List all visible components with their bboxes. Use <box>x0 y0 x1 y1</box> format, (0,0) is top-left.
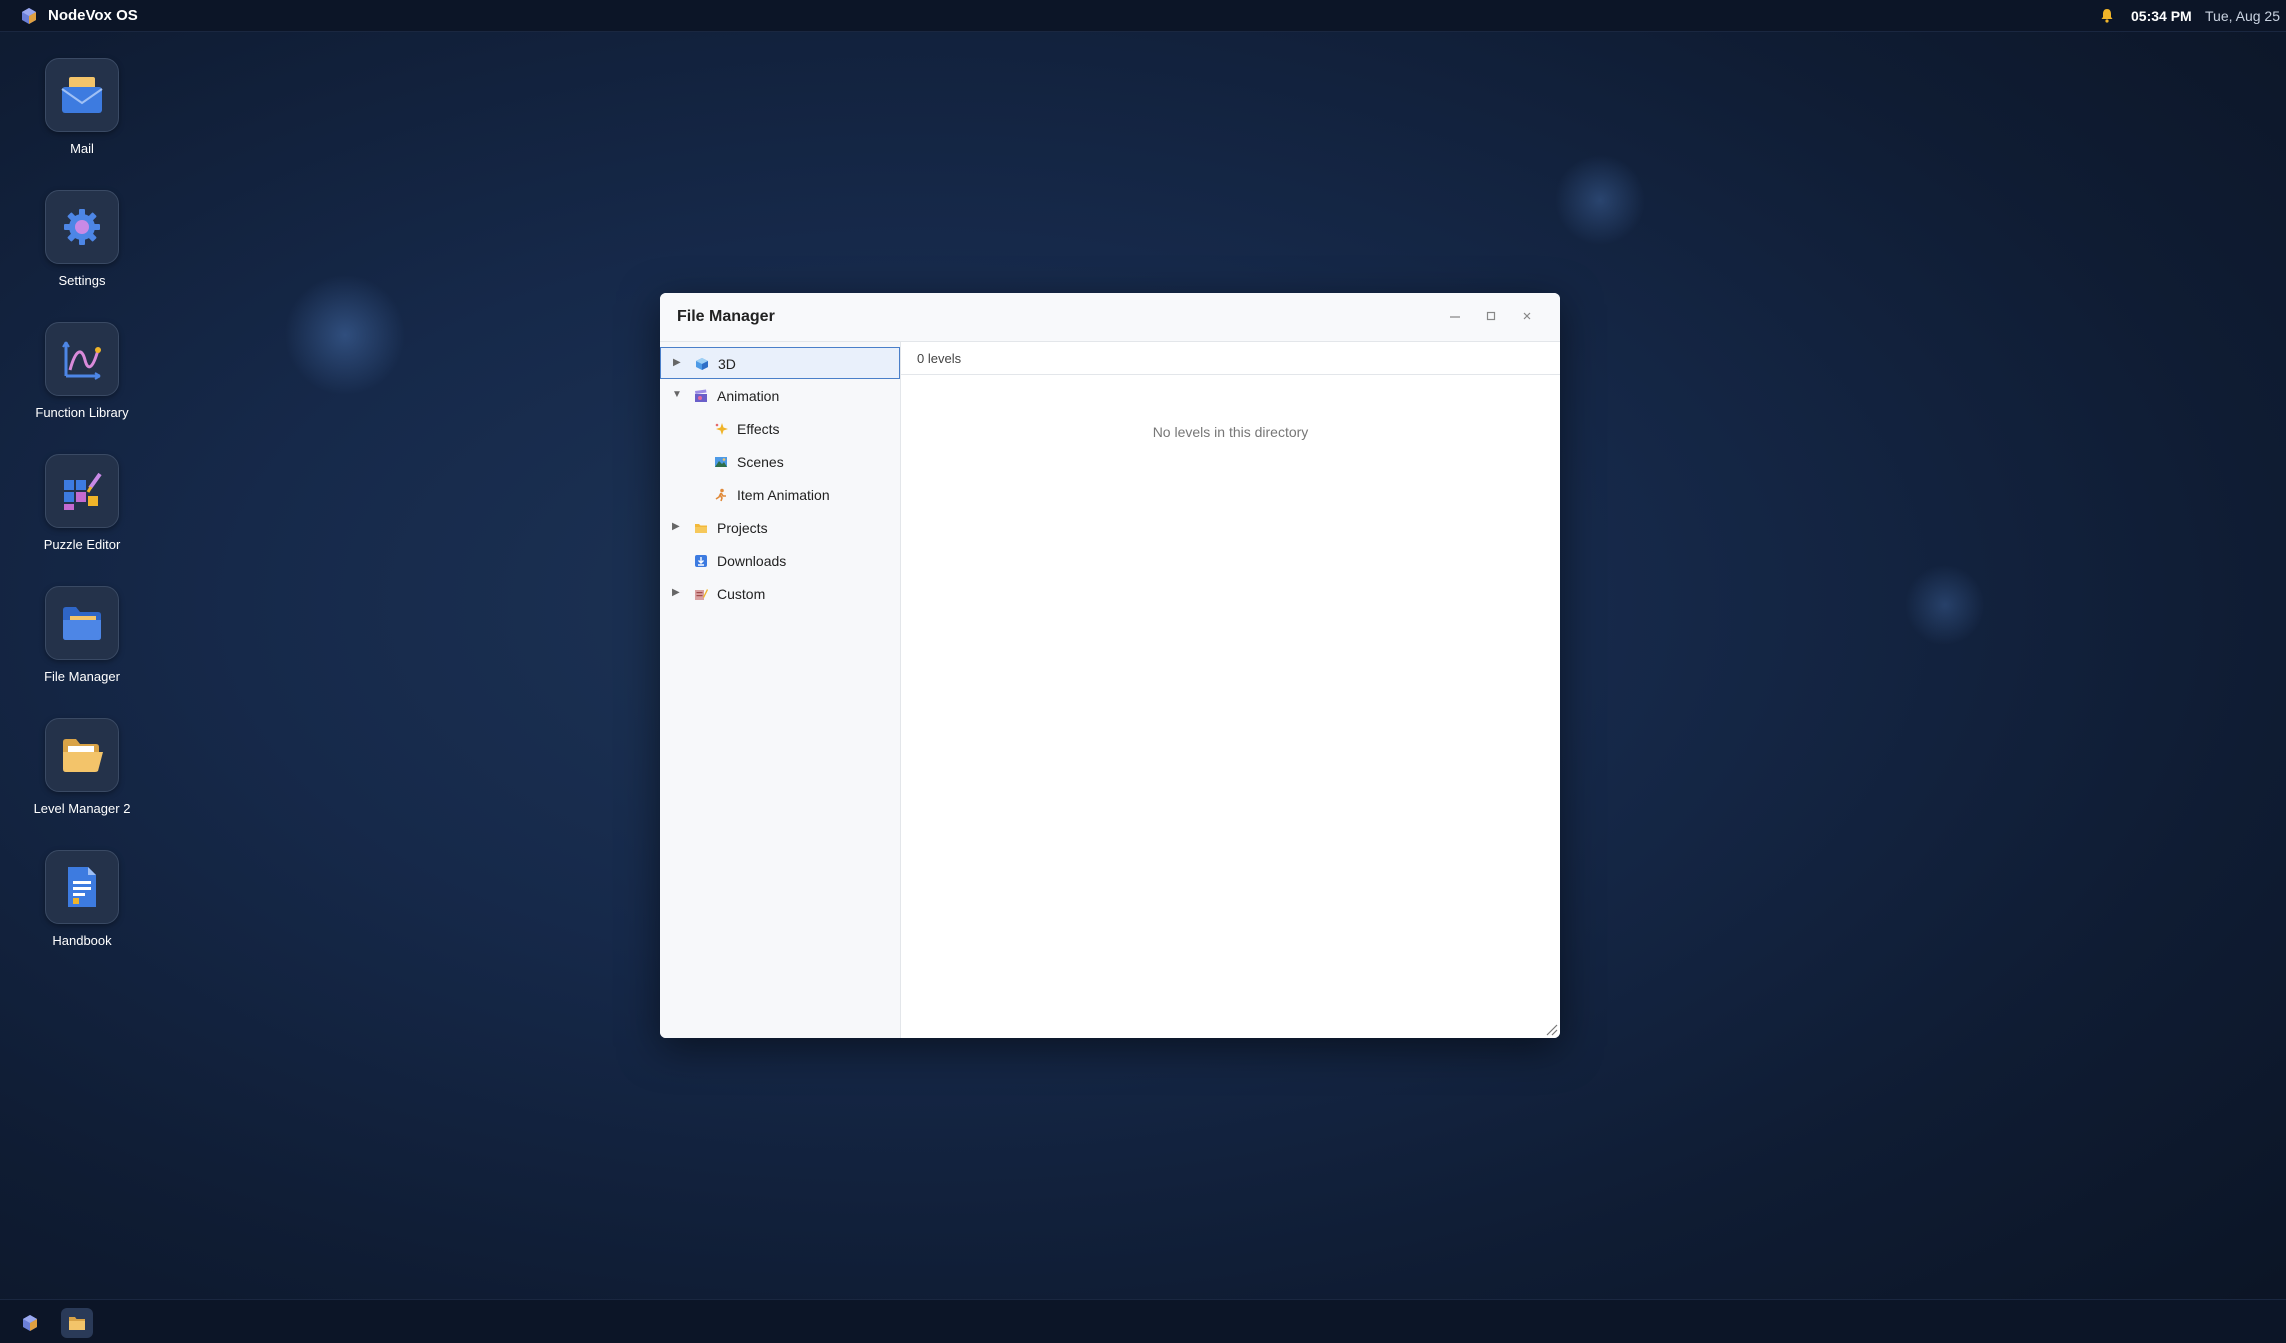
desktop-icon-label: Function Library <box>35 405 129 420</box>
levels-count: 0 levels <box>917 351 962 366</box>
desktop-icon-handbook[interactable]: Handbook <box>24 850 140 948</box>
mail-icon <box>45 58 119 132</box>
bell-icon[interactable] <box>2100 8 2114 23</box>
file-manager-icon <box>69 1317 85 1330</box>
expand-arrow-icon[interactable]: ▶ <box>672 521 680 532</box>
minimize-icon <box>1450 316 1460 318</box>
file-manager-window: File Manager ▶ 3D ▼ Animation Effects Sc… <box>660 293 1560 1038</box>
date: Tue, Aug 25 <box>2205 8 2280 24</box>
window-titlebar[interactable]: File Manager <box>660 293 1560 342</box>
folder-tree: ▶ 3D ▼ Animation Effects Scenes Item Ani… <box>660 342 901 1038</box>
folder-open-icon <box>45 718 119 792</box>
os-name: NodeVox OS <box>48 7 138 24</box>
desktop-icon-label: Mail <box>70 141 94 156</box>
desktop-icon-level-manager-2[interactable]: Level Manager 2 <box>24 718 140 816</box>
resize-grip-icon[interactable] <box>1544 1022 1558 1036</box>
close-button[interactable] <box>1517 307 1537 327</box>
top-bar: NodeVox OS 05:34 PM Tue, Aug 25 <box>0 0 2286 32</box>
clock[interactable]: 05:34 PM <box>2131 8 2192 24</box>
tree-item-label: Custom <box>717 586 766 602</box>
tree-item-label: Item Animation <box>737 487 830 503</box>
folder-blue-icon <box>45 586 119 660</box>
taskbar <box>0 1299 2286 1343</box>
nodevox-logo-icon[interactable] <box>20 7 38 25</box>
tree-item-item-animation[interactable]: Item Animation <box>660 479 900 511</box>
desktop-icon-label: Level Manager 2 <box>33 801 131 816</box>
tree-item-animation[interactable]: ▼ Animation <box>660 380 900 412</box>
empty-state-message: No levels in this directory <box>1152 424 1309 440</box>
levels-pane: 0 levels No levels in this directory <box>901 342 1560 1038</box>
collapse-arrow-icon[interactable]: ▼ <box>672 389 682 400</box>
tree-item-label: Projects <box>717 520 768 536</box>
tree-item-effects[interactable]: Effects <box>660 413 900 445</box>
download-icon <box>695 555 707 567</box>
maximize-button[interactable] <box>1481 307 1501 327</box>
desktop-icon-label: Handbook <box>52 933 112 948</box>
tree-item-custom[interactable]: ▶ Custom <box>660 578 900 610</box>
document-icon <box>45 850 119 924</box>
clapperboard-icon <box>695 389 707 402</box>
folder-icon <box>695 524 707 533</box>
tree-item-label: 3D <box>718 356 736 372</box>
tree-item-label: Scenes <box>737 454 784 470</box>
tree-item-downloads[interactable]: Downloads <box>660 545 900 577</box>
sparkle-icon <box>715 423 728 435</box>
tree-item-projects[interactable]: ▶ Projects <box>660 512 900 544</box>
window-title: File Manager <box>677 308 775 325</box>
tree-item-label: Effects <box>737 421 780 437</box>
expand-arrow-icon[interactable]: ▶ <box>672 587 680 598</box>
tree-item-scenes[interactable]: Scenes <box>660 446 900 478</box>
minimize-button[interactable] <box>1445 307 1465 327</box>
running-figure-icon <box>715 488 726 502</box>
custom-icon <box>695 589 708 600</box>
desktop-icon-puzzle-editor[interactable]: Puzzle Editor <box>24 454 140 552</box>
function-graph-icon <box>45 322 119 396</box>
nodevox-logo-icon <box>23 1315 37 1331</box>
maximize-icon <box>1486 311 1496 321</box>
tree-item-label: Animation <box>717 388 780 404</box>
taskbar-start-button[interactable] <box>14 1308 46 1338</box>
desktop-icon-function-library[interactable]: Function Library <box>24 322 140 420</box>
desktop-icon-settings[interactable]: Settings <box>24 190 140 288</box>
desktop-icon-label: Puzzle Editor <box>43 537 121 552</box>
tree-item-label: Downloads <box>717 553 787 569</box>
gear-icon <box>45 190 119 264</box>
desktop-icon-label: Settings <box>58 273 106 288</box>
desktop-icon-label: File Manager <box>44 669 120 684</box>
desktop-icon-mail[interactable]: Mail <box>24 58 140 156</box>
landscape-icon <box>715 457 727 467</box>
levels-header: 0 levels <box>901 342 1560 375</box>
puzzle-editor-icon <box>45 454 119 528</box>
close-icon <box>1523 312 1531 320</box>
cube-icon <box>696 358 708 370</box>
tree-item-3d[interactable]: ▶ 3D <box>660 347 900 379</box>
taskbar-file-manager-button[interactable] <box>61 1308 93 1338</box>
desktop-icon-file-manager[interactable]: File Manager <box>24 586 140 684</box>
expand-arrow-icon[interactable]: ▶ <box>673 357 681 368</box>
